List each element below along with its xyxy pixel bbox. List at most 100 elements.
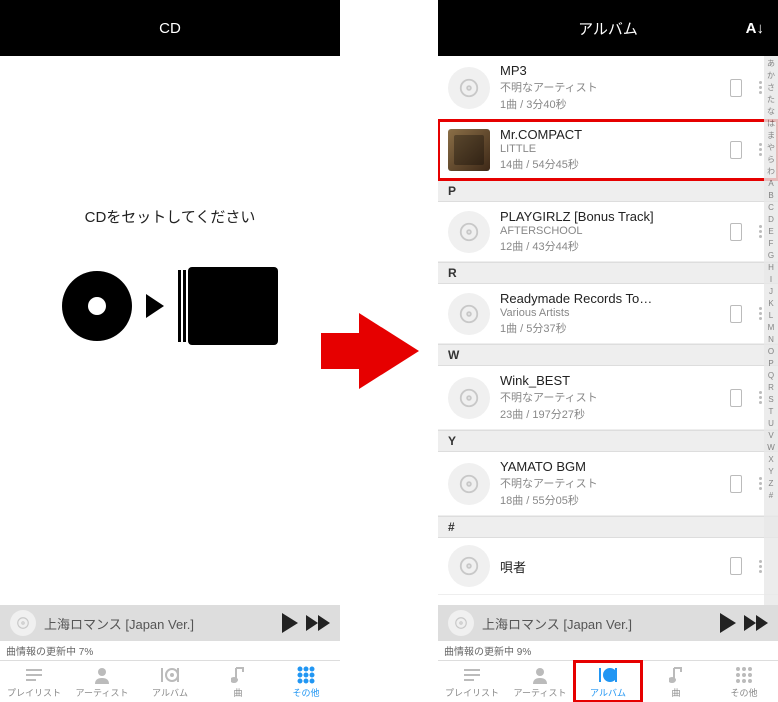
album-info: YAMATO BGM不明なアーティスト18曲 / 55分05秒 [500, 459, 720, 508]
tab-album[interactable]: アルバム [136, 661, 204, 702]
next-button-right[interactable] [744, 615, 768, 631]
mini-player[interactable]: 上海ロマンス [Japan Ver.] [0, 605, 340, 641]
album-art-placeholder-icon [448, 67, 490, 109]
player-track-title: 上海ロマンス [Japan Ver.] [44, 614, 274, 633]
index-letter[interactable]: A [764, 178, 778, 190]
index-letter[interactable]: F [764, 238, 778, 250]
album-row[interactable]: Mr.COMPACTLITTLE14曲 / 54分45秒 [438, 120, 778, 180]
album-title: Readymade Records To… [500, 291, 720, 306]
index-letter[interactable]: か [764, 70, 778, 82]
index-letter[interactable]: Q [764, 370, 778, 382]
album-list-wrap: MP3不明なアーティスト1曲 / 3分40秒 Mr.COMPACTLITTLE14… [438, 56, 778, 605]
index-letter[interactable]: Y [764, 466, 778, 478]
tab-artist[interactable]: アーティスト [68, 661, 136, 702]
tab-playlist[interactable]: プレイリスト [0, 661, 68, 702]
album-title: MP3 [500, 63, 720, 78]
index-letter[interactable]: ら [764, 154, 778, 166]
album-artist: Various Artists [500, 307, 720, 319]
album-info: PLAYGIRLZ [Bonus Track]AFTERSCHOOL12曲 / … [500, 209, 720, 254]
tab-other[interactable]: その他 [272, 661, 340, 702]
sort-button[interactable]: A↓ [746, 20, 764, 37]
album-meta: 12曲 / 43分44秒 [500, 238, 720, 254]
index-letter[interactable]: G [764, 250, 778, 262]
left-header: CD [0, 0, 340, 56]
tab-playlist-r[interactable]: プレイリスト [438, 661, 506, 702]
index-letter[interactable]: S [764, 394, 778, 406]
album-title: 唄者 [500, 557, 720, 576]
index-letter[interactable]: Z [764, 478, 778, 490]
player-track-title-right: 上海ロマンス [Japan Ver.] [482, 614, 712, 633]
index-letter[interactable]: た [764, 94, 778, 106]
index-letter[interactable]: N [764, 334, 778, 346]
index-letter[interactable]: U [764, 418, 778, 430]
album-info: Wink_BEST不明なアーティスト23曲 / 197分27秒 [500, 373, 720, 422]
index-letter[interactable]: さ [764, 82, 778, 94]
index-letter[interactable]: な [764, 106, 778, 118]
index-letter[interactable]: X [764, 454, 778, 466]
album-info: Readymade Records To…Various Artists1曲 /… [500, 291, 720, 336]
index-letter[interactable]: は [764, 118, 778, 130]
disc-icon [62, 271, 132, 341]
index-letter[interactable]: M [764, 322, 778, 334]
section-header: R [438, 262, 778, 284]
tab-bar: プレイリスト アーティスト アルバム 曲 その他 [0, 660, 340, 702]
album-row[interactable]: 唄者 [438, 538, 778, 595]
cd-empty-state: CDをセットしてください [0, 56, 340, 605]
album-meta: 1曲 / 3分40秒 [500, 96, 720, 112]
index-letter[interactable]: や [764, 142, 778, 154]
album-meta: 23曲 / 197分27秒 [500, 406, 720, 422]
index-bar[interactable]: あかさたなはまやらわABCDEFGHIJKLMNOPQRSTUVWXYZ# [764, 56, 778, 605]
tray-icon [178, 267, 278, 345]
right-header-title: アルバム [578, 18, 638, 39]
device-icon [730, 557, 742, 575]
index-letter[interactable]: D [764, 214, 778, 226]
album-row[interactable]: Wink_BEST不明なアーティスト23曲 / 197分27秒 [438, 366, 778, 430]
album-row[interactable]: MP3不明なアーティスト1曲 / 3分40秒 [438, 56, 778, 120]
section-header: # [438, 516, 778, 538]
tab-artist-r[interactable]: アーティスト [506, 661, 574, 702]
album-artist: 不明なアーティスト [500, 79, 720, 95]
transition-arrow [340, 0, 438, 702]
index-letter[interactable]: V [764, 430, 778, 442]
section-header: Y [438, 430, 778, 452]
album-meta: 1曲 / 5分37秒 [500, 320, 720, 336]
album-art-placeholder-icon [448, 545, 490, 587]
next-button[interactable] [306, 615, 330, 631]
index-letter[interactable]: E [764, 226, 778, 238]
album-row[interactable]: Readymade Records To…Various Artists1曲 /… [438, 284, 778, 344]
tab-song[interactable]: 曲 [204, 661, 272, 702]
index-letter[interactable]: ま [764, 130, 778, 142]
album-art-placeholder-icon [448, 377, 490, 419]
index-letter[interactable]: P [764, 358, 778, 370]
index-letter[interactable]: R [764, 382, 778, 394]
album-row[interactable]: PLAYGIRLZ [Bonus Track]AFTERSCHOOL12曲 / … [438, 202, 778, 262]
index-letter[interactable]: J [764, 286, 778, 298]
index-letter[interactable]: C [764, 202, 778, 214]
index-letter[interactable]: わ [764, 166, 778, 178]
index-letter[interactable]: # [764, 490, 778, 502]
album-row[interactable]: YAMATO BGM不明なアーティスト18曲 / 55分05秒 [438, 452, 778, 516]
index-letter[interactable]: B [764, 190, 778, 202]
mini-player-right[interactable]: 上海ロマンス [Japan Ver.] [438, 605, 778, 641]
tab-album-r[interactable]: アルバム [574, 661, 642, 702]
index-letter[interactable]: T [764, 406, 778, 418]
index-letter[interactable]: あ [764, 58, 778, 70]
play-button-right[interactable] [720, 613, 736, 633]
album-info: Mr.COMPACTLITTLE14曲 / 54分45秒 [500, 127, 720, 172]
index-letter[interactable]: L [764, 310, 778, 322]
index-letter[interactable]: I [764, 274, 778, 286]
index-letter[interactable]: K [764, 298, 778, 310]
big-arrow-icon [359, 313, 419, 389]
index-letter[interactable]: O [764, 346, 778, 358]
album-art-placeholder-icon [448, 211, 490, 253]
album-list[interactable]: MP3不明なアーティスト1曲 / 3分40秒 Mr.COMPACTLITTLE14… [438, 56, 778, 605]
play-button[interactable] [282, 613, 298, 633]
album-artist: LITTLE [500, 143, 720, 155]
right-phone: アルバム A↓ MP3不明なアーティスト1曲 / 3分40秒 Mr.COMPACT… [438, 0, 778, 702]
right-header: アルバム A↓ [438, 0, 778, 56]
index-letter[interactable]: W [764, 442, 778, 454]
left-header-title: CD [159, 20, 181, 37]
index-letter[interactable]: H [764, 262, 778, 274]
tab-other-r[interactable]: その他 [710, 661, 778, 702]
tab-song-r[interactable]: 曲 [642, 661, 710, 702]
